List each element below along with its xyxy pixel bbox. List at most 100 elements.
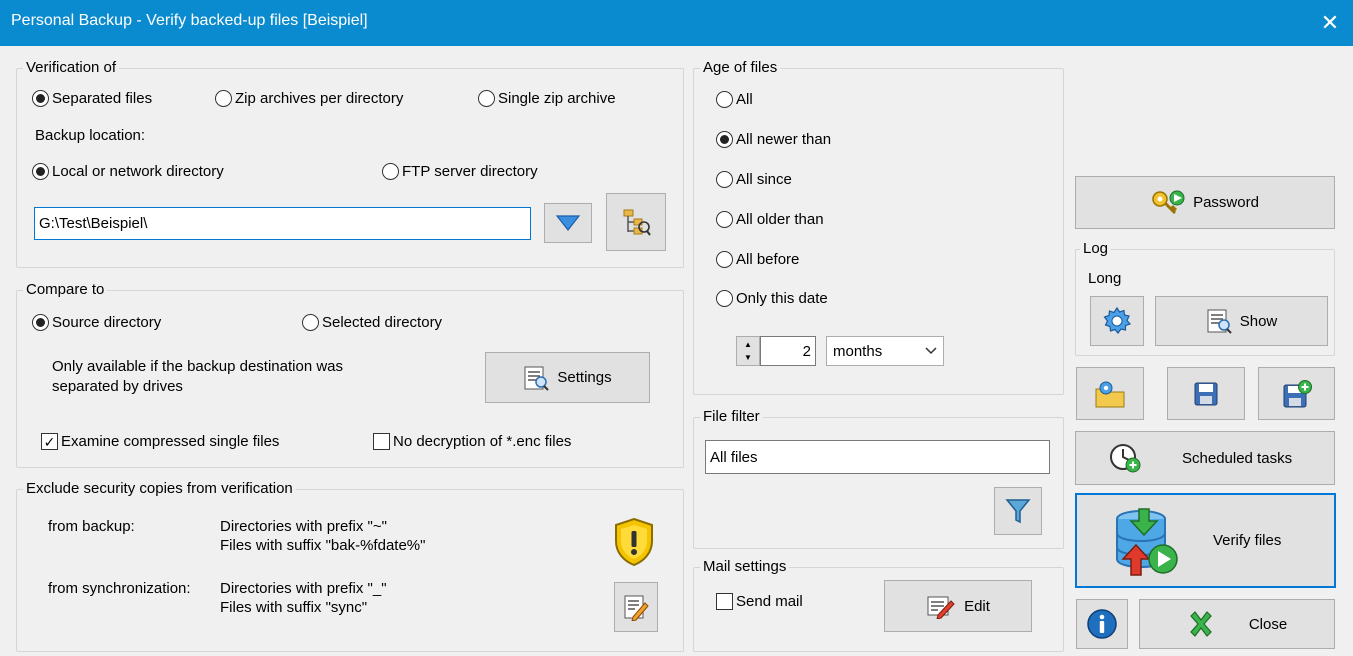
check-label: Examine compressed single files	[61, 433, 280, 450]
edit-exclusions-button[interactable]	[614, 582, 658, 632]
verify-database-icon	[1111, 505, 1179, 577]
radio-age-before[interactable]: All before	[716, 251, 799, 268]
check-label: No decryption of *.enc files	[393, 433, 572, 450]
spin-up-icon[interactable]: ▲	[744, 338, 752, 351]
radio-label: FTP server directory	[402, 163, 538, 180]
show-button-label: Show	[1239, 312, 1278, 330]
log-show-button[interactable]: Show	[1155, 296, 1328, 346]
age-count-value: 2	[802, 342, 811, 360]
radio-local-directory[interactable]: Local or network directory	[32, 163, 224, 180]
spin-down-icon[interactable]: ▼	[744, 351, 752, 364]
radio-label: All before	[736, 251, 800, 268]
file-filter-input[interactable]: All files	[705, 440, 1050, 474]
filter-button[interactable]	[994, 487, 1042, 535]
compare-settings-button[interactable]: Settings	[485, 352, 650, 403]
backup-location-label: Backup location:	[35, 127, 146, 144]
radio-age-newer-than[interactable]: All newer than	[716, 131, 831, 148]
gear-icon	[1102, 306, 1132, 336]
age-count-spinner[interactable]: ▲ ▼	[736, 336, 760, 366]
task-settings-button[interactable]	[1076, 367, 1144, 420]
age-unit-select[interactable]: months	[826, 336, 944, 366]
radio-zip-per-directory[interactable]: Zip archives per directory	[215, 90, 403, 107]
check-label: Send mail	[736, 593, 803, 610]
check-no-decryption[interactable]: No decryption of *.enc files	[373, 433, 571, 450]
triangle-down-icon	[555, 214, 581, 232]
mail-legend: Mail settings	[700, 558, 790, 575]
age-legend: Age of files	[700, 59, 781, 76]
close-button[interactable]: Close	[1139, 599, 1335, 649]
exclude-group	[16, 489, 684, 652]
radio-label: Source directory	[52, 314, 162, 331]
file-filter-value: All files	[710, 448, 758, 466]
exclude-backup-line1: Directories with prefix "~"	[220, 518, 387, 535]
settings-list-icon	[523, 365, 550, 391]
title-bar: Personal Backup - Verify backed-up files…	[0, 0, 1353, 46]
backup-path-value: G:\Test\Beispiel\	[39, 215, 148, 232]
exclude-backup-line2: Files with suffix "bak-%fdate%"	[220, 537, 426, 554]
radio-label: Zip archives per directory	[235, 90, 404, 107]
exclude-backup-label: from backup:	[48, 518, 135, 535]
radio-age-all[interactable]: All	[716, 91, 753, 108]
info-icon	[1086, 608, 1118, 640]
radio-indicator	[32, 314, 49, 331]
password-button[interactable]: Password	[1075, 176, 1335, 229]
radio-single-zip[interactable]: Single zip archive	[478, 90, 616, 107]
info-button[interactable]	[1076, 599, 1128, 649]
log-view-icon	[1206, 308, 1232, 334]
exclude-sync-label: from synchronization:	[48, 580, 191, 597]
window-close-button[interactable]: ✕	[1307, 0, 1353, 46]
funnel-icon	[1005, 497, 1031, 525]
verification-legend: Verification of	[23, 59, 120, 76]
radio-indicator	[716, 211, 733, 228]
save-as-button[interactable]	[1258, 367, 1335, 420]
log-settings-button[interactable]	[1090, 296, 1144, 346]
radio-source-directory[interactable]: Source directory	[32, 314, 161, 331]
path-history-button[interactable]	[544, 203, 592, 243]
log-mode-label: Long	[1088, 270, 1122, 287]
browse-directory-button[interactable]	[606, 193, 666, 251]
radio-label: All older than	[736, 211, 824, 228]
floppy-icon	[1193, 381, 1219, 407]
age-count-input[interactable]: 2	[760, 336, 816, 366]
radio-indicator	[716, 251, 733, 268]
check-examine-compressed[interactable]: ✓ Examine compressed single files	[41, 433, 279, 450]
verify-files-label: Verify files	[1213, 532, 1282, 549]
radio-indicator	[32, 163, 49, 180]
folder-tree-icon	[621, 207, 651, 237]
edit-icon	[926, 593, 956, 619]
radio-indicator	[716, 91, 733, 108]
radio-indicator	[716, 131, 733, 148]
window-title: Personal Backup - Verify backed-up files…	[11, 12, 368, 29]
backup-path-input[interactable]: G:\Test\Beispiel\	[34, 207, 531, 240]
clock-icon	[1108, 442, 1142, 474]
close-x-icon	[1187, 610, 1215, 638]
exclude-sync-line1: Directories with prefix "_"	[220, 580, 387, 597]
floppy-plus-icon	[1282, 379, 1312, 409]
radio-age-only-date[interactable]: Only this date	[716, 290, 828, 307]
radio-age-since[interactable]: All since	[716, 171, 792, 188]
compare-note-line2: separated by drives	[52, 378, 183, 395]
key-icon	[1151, 189, 1185, 217]
radio-label: Separated files	[52, 90, 153, 107]
radio-selected-directory[interactable]: Selected directory	[302, 314, 442, 331]
scheduled-tasks-button[interactable]: Scheduled tasks	[1075, 431, 1335, 485]
radio-label: Local or network directory	[52, 163, 224, 180]
chevron-down-icon	[925, 347, 937, 355]
scheduled-tasks-label: Scheduled tasks	[1182, 449, 1293, 467]
radio-ftp-directory[interactable]: FTP server directory	[382, 163, 538, 180]
save-button[interactable]	[1167, 367, 1245, 420]
radio-age-older-than[interactable]: All older than	[716, 211, 824, 228]
check-send-mail[interactable]: Send mail	[716, 593, 803, 610]
radio-separated-files[interactable]: Separated files	[32, 90, 152, 107]
age-unit-value: months	[833, 342, 883, 360]
filter-legend: File filter	[700, 408, 763, 425]
mail-edit-button[interactable]: Edit	[884, 580, 1032, 632]
radio-indicator	[478, 90, 495, 107]
compare-legend: Compare to	[23, 281, 108, 298]
radio-label: Single zip archive	[498, 90, 616, 107]
radio-label: All	[736, 91, 753, 108]
verify-files-button[interactable]: Verify files	[1075, 493, 1336, 588]
password-button-label: Password	[1193, 194, 1259, 211]
settings-button-label: Settings	[557, 369, 612, 386]
edit-button-label: Edit	[964, 597, 990, 615]
